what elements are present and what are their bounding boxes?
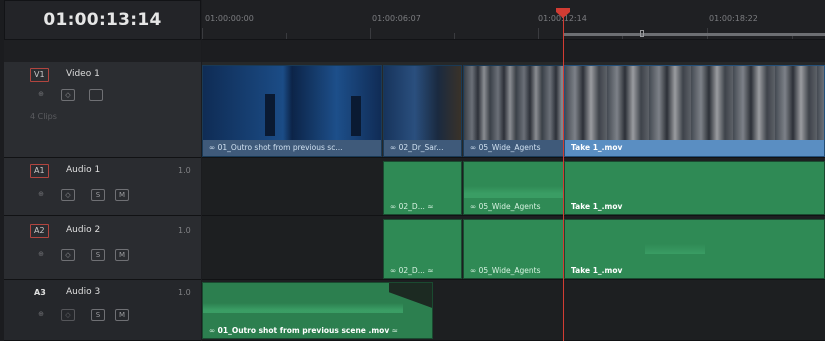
track-header-spacer bbox=[4, 40, 201, 62]
figure-silhouette bbox=[265, 94, 275, 136]
clip-label: 01_Outro shot from previous sc... bbox=[217, 143, 343, 152]
track-name[interactable]: Audio 2 bbox=[66, 225, 100, 235]
video-clip-selected[interactable]: Take 1_.mov bbox=[564, 65, 825, 157]
link-icon: ∞ bbox=[390, 202, 397, 211]
audio-clip[interactable]: ∞ 05_Wide_Agents bbox=[463, 219, 564, 279]
audio-waveform bbox=[645, 244, 705, 254]
ruler-tick bbox=[538, 28, 539, 39]
ruler-tick bbox=[286, 33, 287, 39]
lock-icon[interactable]: ⊕ bbox=[34, 309, 48, 321]
audio-clip[interactable]: ∞ 02_D... ≈ bbox=[383, 219, 462, 279]
fade-curve-icon[interactable]: ≈ bbox=[392, 326, 398, 335]
auto-select-icon[interactable]: ◇ bbox=[61, 189, 75, 201]
clip-label: 05_Wide_Agents bbox=[478, 143, 541, 152]
audio-clip[interactable]: ∞ 02_D... ≈ bbox=[383, 161, 462, 215]
solo-button[interactable]: S bbox=[91, 249, 105, 261]
solo-button[interactable]: S bbox=[91, 309, 105, 321]
ruler-tick bbox=[454, 33, 455, 39]
mute-button[interactable]: M bbox=[115, 249, 129, 261]
clip-label: Take 1_.mov bbox=[571, 202, 623, 211]
audio-waveform bbox=[464, 186, 563, 198]
timecode-display[interactable]: 01:00:13:14 bbox=[4, 0, 201, 40]
range-bar[interactable] bbox=[564, 33, 825, 36]
audio-clip[interactable]: Take 1_.mov bbox=[564, 219, 825, 279]
link-icon: ∞ bbox=[209, 326, 216, 335]
clip-label: 01_Outro shot from previous scene .mov bbox=[217, 326, 390, 335]
audio-clip[interactable]: Take 1_.mov bbox=[564, 161, 825, 215]
track-header-audio2[interactable]: A2 Audio 2 1.0 ⊕ ◇ S M bbox=[4, 216, 201, 280]
track-badge[interactable]: V1 bbox=[30, 68, 49, 82]
mute-button[interactable]: M bbox=[115, 309, 129, 321]
track-volume[interactable]: 1.0 bbox=[178, 226, 191, 235]
clip-label: 05_Wide_Agents bbox=[478, 202, 541, 211]
track-name[interactable]: Video 1 bbox=[66, 69, 100, 79]
clip-thumbnail bbox=[384, 66, 461, 140]
playhead-line[interactable] bbox=[563, 12, 564, 341]
track-header-audio1[interactable]: A1 Audio 1 1.0 ⊕ ◇ S M bbox=[4, 158, 201, 216]
ruler-tick bbox=[202, 28, 203, 39]
track-name[interactable]: Audio 1 bbox=[66, 165, 100, 175]
clip-label: 05_Wide_Agents bbox=[478, 266, 541, 275]
auto-select-icon[interactable]: ◇ bbox=[61, 309, 75, 321]
clip-label: 02_Dr_Sar... bbox=[398, 143, 444, 152]
solo-button[interactable]: S bbox=[91, 189, 105, 201]
lock-icon[interactable]: ⊕ bbox=[34, 189, 48, 201]
track-header-video1[interactable]: V1 Video 1 ⊕ ◇ 4 Clips bbox=[4, 62, 201, 158]
clip-thumbnail bbox=[464, 66, 563, 140]
track-badge[interactable]: A1 bbox=[30, 164, 49, 178]
clip-label: Take 1_.mov bbox=[565, 140, 824, 156]
ruler-tick bbox=[370, 28, 371, 39]
audio-clip[interactable]: ∞ 05_Wide_Agents bbox=[463, 161, 564, 215]
track-visibility-icon[interactable] bbox=[89, 89, 103, 101]
track-header-audio3[interactable]: A3 Audio 3 1.0 ⊕ ◇ S M bbox=[4, 280, 201, 341]
playhead-icon[interactable] bbox=[556, 8, 570, 18]
ruler-subtrack bbox=[202, 40, 825, 62]
link-icon: ∞ bbox=[470, 143, 477, 152]
audio-waveform bbox=[203, 303, 403, 313]
clip-label: 02_D... bbox=[398, 266, 425, 275]
fade-curve-icon[interactable]: ≈ bbox=[427, 202, 433, 211]
video-clip[interactable]: ∞ 02_Dr_Sar... bbox=[383, 65, 462, 157]
mute-button[interactable]: M bbox=[115, 189, 129, 201]
clip-thumbnail bbox=[203, 66, 381, 140]
link-icon: ∞ bbox=[470, 266, 477, 275]
video-clip[interactable]: ∞ 01_Outro shot from previous sc... bbox=[202, 65, 382, 157]
fade-out-handle[interactable] bbox=[389, 283, 432, 317]
clip-label: 02_D... bbox=[398, 202, 425, 211]
ruler-mark: 01:00:18:22 bbox=[709, 14, 758, 23]
link-icon: ∞ bbox=[390, 143, 397, 152]
auto-select-icon[interactable]: ◇ bbox=[61, 249, 75, 261]
link-icon: ∞ bbox=[470, 202, 477, 211]
track-volume[interactable]: 1.0 bbox=[178, 166, 191, 175]
clip-thumbnail bbox=[565, 66, 824, 140]
timeline-ruler[interactable]: 01:00:00:00 01:00:06:07 01:00:12:14 01:0… bbox=[202, 0, 825, 40]
clip-label: Take 1_.mov bbox=[571, 266, 623, 275]
fade-curve-icon[interactable]: ≈ bbox=[427, 266, 433, 275]
audio-clip[interactable]: ∞ 01_Outro shot from previous scene .mov… bbox=[202, 282, 433, 339]
link-icon: ∞ bbox=[209, 143, 216, 152]
lock-icon[interactable]: ⊕ bbox=[34, 89, 48, 101]
track-badge[interactable]: A2 bbox=[30, 224, 49, 238]
range-handle-icon[interactable] bbox=[640, 30, 644, 37]
ruler-mark: 01:00:06:07 bbox=[372, 14, 421, 23]
link-icon: ∞ bbox=[390, 266, 397, 275]
ruler-mark: 01:00:00:00 bbox=[205, 14, 254, 23]
clip-count: 4 Clips bbox=[30, 112, 57, 121]
track-volume[interactable]: 1.0 bbox=[178, 288, 191, 297]
figure-silhouette bbox=[351, 96, 361, 136]
video-clip[interactable]: ∞ 05_Wide_Agents bbox=[463, 65, 564, 157]
lock-icon[interactable]: ⊕ bbox=[34, 249, 48, 261]
track-badge[interactable]: A3 bbox=[30, 286, 50, 300]
track-name[interactable]: Audio 3 bbox=[66, 287, 100, 297]
auto-select-icon[interactable]: ◇ bbox=[61, 89, 75, 101]
